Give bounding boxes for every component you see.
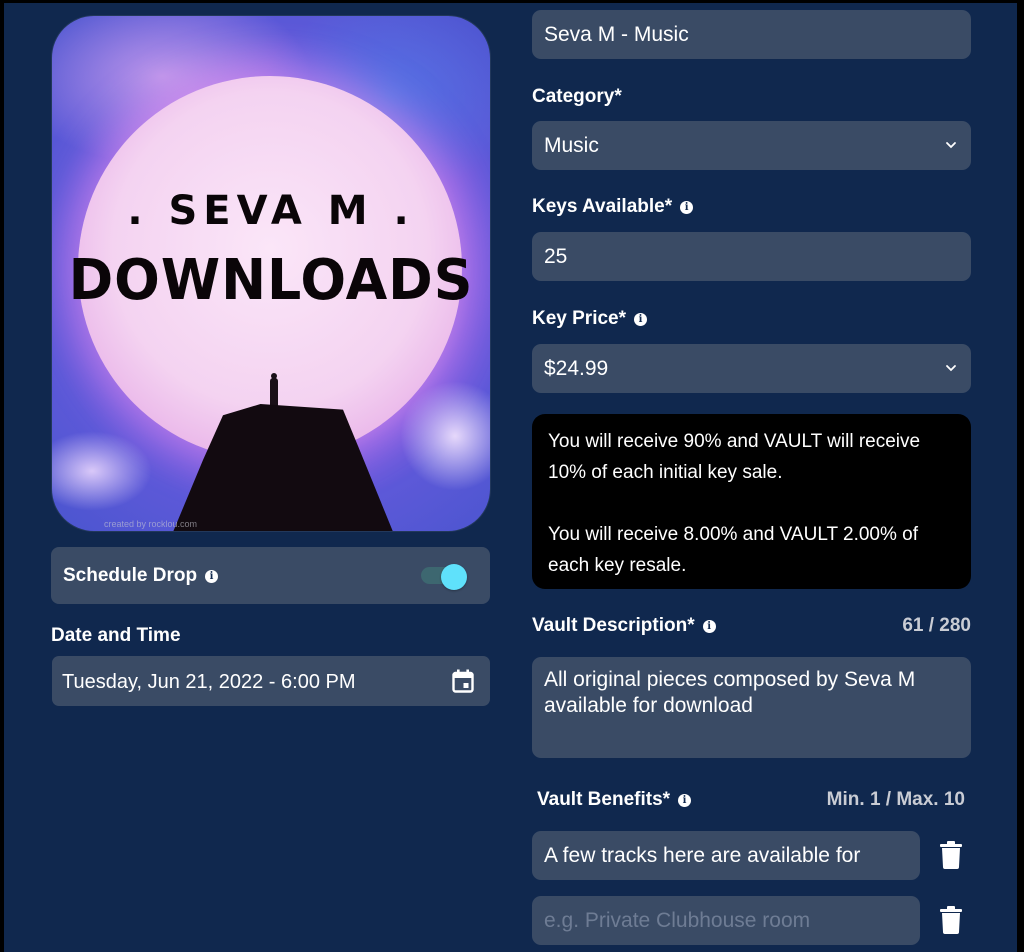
vault-benefits-label-group: Vault Benefits* i <box>537 789 692 811</box>
description-char-counter: 61 / 280 <box>902 615 971 636</box>
schedule-drop-panel: Schedule Drop i <box>51 547 490 604</box>
cover-title-downloads: DOWNLOADS <box>68 248 474 313</box>
key-price-value: $24.99 <box>544 357 609 380</box>
key-price-label: Key Price* <box>532 308 627 329</box>
cover-title-artist: . SEVA M . <box>127 188 415 234</box>
vault-description-label-group: Vault Description* i <box>532 615 716 637</box>
keys-available-label-group: Keys Available* i <box>532 196 694 218</box>
cover-person-silhouette <box>270 373 278 408</box>
info-icon[interactable]: i <box>205 570 219 584</box>
date-time-field[interactable]: Tuesday, Jun 21, 2022 - 6:00 PM <box>52 656 490 706</box>
benefit-input-1[interactable] <box>532 831 920 880</box>
cover-cloud <box>52 431 152 511</box>
chevron-down-icon <box>946 365 956 372</box>
info-icon[interactable]: i <box>680 201 694 215</box>
cover-credit: created by rocklou.com <box>104 519 198 529</box>
vault-name-value: Seva M - Music <box>544 23 689 46</box>
trash-icon[interactable] <box>940 841 962 869</box>
schedule-drop-label: Schedule Drop <box>63 565 198 586</box>
cover-image[interactable]: . SEVA M . DOWNLOADS created by rocklou.… <box>52 16 490 531</box>
trash-icon[interactable] <box>940 906 962 934</box>
keys-available-value: 25 <box>544 245 568 268</box>
date-time-value: Tuesday, Jun 21, 2022 - 6:00 PM <box>62 671 356 693</box>
info-icon[interactable]: i <box>634 313 648 327</box>
chevron-down-icon <box>946 142 956 149</box>
key-price-select[interactable]: $24.99 <box>532 344 971 393</box>
toggle-knob <box>441 564 467 590</box>
cover-cloud <box>400 381 490 491</box>
category-label: Category* <box>532 86 622 107</box>
keys-available-label: Keys Available* <box>532 196 673 217</box>
benefit-input-field[interactable] <box>532 831 920 880</box>
vault-description-label: Vault Description* <box>532 615 695 636</box>
benefit-input-field[interactable] <box>532 896 920 945</box>
info-icon[interactable]: i <box>702 620 716 634</box>
vault-name-input[interactable]: Seva M - Music <box>532 10 971 59</box>
initial-sale-split-text: You will receive 90% and VAULT will rece… <box>548 431 921 483</box>
revenue-split-notice: You will receive 90% and VAULT will rece… <box>532 414 971 589</box>
resale-split-text: You will receive 8.00% and VAULT 2.00% o… <box>548 524 919 576</box>
key-price-label-group: Key Price* i <box>532 308 648 330</box>
category-select[interactable]: Music <box>532 121 971 170</box>
schedule-drop-label-group: Schedule Drop i <box>63 565 219 587</box>
calendar-icon[interactable] <box>452 669 474 693</box>
benefits-limits: Min. 1 / Max. 10 <box>826 789 965 810</box>
vault-benefits-label: Vault Benefits* <box>537 789 671 810</box>
schedule-drop-toggle[interactable] <box>421 564 467 590</box>
date-time-label: Date and Time <box>51 625 181 646</box>
vault-description-textarea[interactable]: All original pieces composed by Seva M a… <box>532 657 971 758</box>
create-vault-form: . SEVA M . DOWNLOADS created by rocklou.… <box>4 3 1017 952</box>
info-icon[interactable]: i <box>678 794 692 808</box>
category-value: Music <box>544 134 599 157</box>
keys-available-input[interactable]: 25 <box>532 232 971 281</box>
benefit-input-2[interactable] <box>532 896 920 945</box>
